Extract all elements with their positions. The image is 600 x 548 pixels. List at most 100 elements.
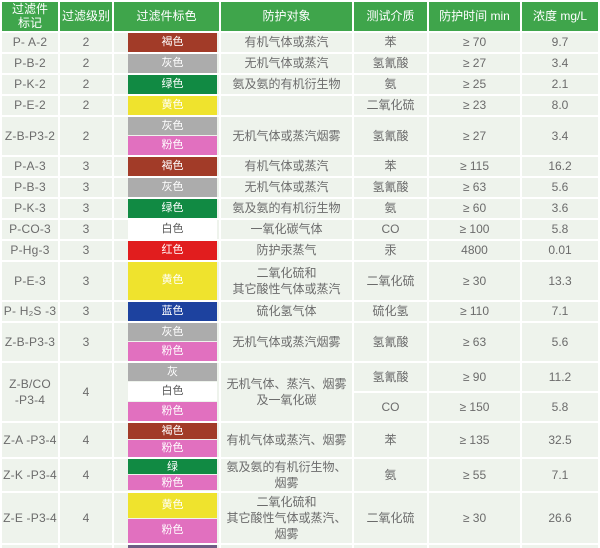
protection-time-cell: ≥ 30	[429, 262, 520, 300]
filter-color-cell: 灰色	[114, 54, 219, 73]
test-medium-cell: 苯	[354, 423, 427, 457]
protection-target-cell: 无机气体或蒸汽	[221, 54, 352, 73]
filter-level-cell: 4	[60, 423, 112, 457]
filter-color-cell: 白色	[114, 220, 219, 239]
filter-level-cell: 3	[60, 323, 112, 361]
table-row: P-CO-33白色一氧化碳气体CO≥ 1005.8	[2, 220, 598, 239]
protection-time-cell: ≥ 30	[429, 493, 520, 543]
color-bar: 白色	[128, 220, 217, 239]
test-medium-cell: 氨	[354, 199, 427, 218]
filter-mark-cell: P-E-3	[2, 262, 58, 300]
color-bar-stack: 褐色	[128, 33, 217, 52]
filter-color-cell: 褐色	[114, 33, 219, 52]
test-medium-cell: 氢氰酸	[354, 323, 427, 361]
filter-level-cell: 3	[60, 220, 112, 239]
color-bar: 蓝色	[128, 302, 217, 321]
protection-time-cell: ≥ 135	[429, 423, 520, 457]
protection-target-cell: 二氧化硫和 其它酸性气体或蒸汽、烟雾	[221, 493, 352, 543]
color-bar-stack: 蓝色	[128, 302, 217, 321]
concentration-cell: 0.01	[522, 241, 598, 260]
color-bar: 绿色	[128, 199, 217, 218]
color-bar: 灰色	[128, 117, 217, 136]
filter-color-cell: 灰色粉色	[114, 323, 219, 361]
filter-color-cell: 褐色粉色	[114, 423, 219, 457]
color-bar: 黄色	[128, 493, 217, 518]
test-medium-cell: 氢氰酸	[354, 363, 427, 391]
filter-level-cell: 4	[60, 363, 112, 421]
color-bar: 白色	[128, 382, 217, 401]
color-bar-stack: 褐色	[128, 157, 217, 176]
protection-time-cell: ≥ 55	[429, 459, 520, 491]
concentration-cell: 32.5	[522, 423, 598, 457]
table-row: P-K-22绿色氨及氨的有机衍生物氨≥ 252.1	[2, 75, 598, 94]
color-bar: 灰色	[128, 178, 217, 197]
color-bar: 粉色	[128, 136, 217, 155]
test-medium-cell: 二氧化硫	[354, 262, 427, 300]
concentration-cell: 3.6	[522, 199, 598, 218]
filter-color-cell: 蓝色	[114, 302, 219, 321]
protection-time-cell: ≥ 63	[429, 178, 520, 197]
protection-time-cell: ≥ 100	[429, 220, 520, 239]
header-protection-target: 防护对象	[221, 2, 352, 31]
header-concentration: 浓度 mg/L	[522, 2, 598, 31]
test-medium-cell: 二氧化硫	[354, 493, 427, 543]
filter-color-cell: 褐色	[114, 157, 219, 176]
concentration-cell: 26.6	[522, 493, 598, 543]
table-row: P-B-33灰色无机气体或蒸汽氢氰酸≥ 635.6	[2, 178, 598, 197]
filter-color-cell: 绿粉色	[114, 459, 219, 491]
filter-level-cell: 3	[60, 302, 112, 321]
concentration-cell: 3.4	[522, 54, 598, 73]
table-row: Z-E -P3-44黄色粉色二氧化硫和 其它酸性气体或蒸汽、烟雾二氧化硫≥ 30…	[2, 493, 598, 543]
protection-target-cell: 无机气体或蒸汽	[221, 178, 352, 197]
filter-color-cell: 灰色	[114, 178, 219, 197]
test-medium-cell: 氨	[354, 75, 427, 94]
protection-target-cell: 防护汞蒸气	[221, 241, 352, 260]
concentration-cell: 5.6	[522, 323, 598, 361]
filter-level-cell: 3	[60, 178, 112, 197]
color-bar-stack: 绿粉色	[128, 459, 217, 490]
header-protection-time: 防护时间 min	[429, 2, 520, 31]
filter-mark-cell: Z-A -P3-4	[2, 423, 58, 457]
filter-color-cell: 灰色粉色	[114, 117, 219, 155]
protection-time-cell: ≥ 90	[429, 363, 520, 391]
protection-target-cell	[221, 96, 352, 115]
test-medium-cell: 苯	[354, 157, 427, 176]
color-bar-stack: 灰色	[128, 178, 217, 197]
protection-time-cell: ≥ 110	[429, 302, 520, 321]
color-bar-stack: 黄色	[128, 262, 217, 300]
filter-spec-table: 过滤件 标记 过滤级别 过滤件标色 防护对象 测试介质 防护时间 min 浓度 …	[0, 0, 600, 548]
protection-target-cell: 一氧化碳气体	[221, 220, 352, 239]
filter-level-cell: 2	[60, 96, 112, 115]
table-row: Z-K -P3-44绿粉色氨及氨的有机衍生物、烟雾氨≥ 557.1	[2, 459, 598, 491]
test-medium-cell: 氢氰酸	[354, 117, 427, 155]
color-bar-stack: 灰白色粉色	[128, 363, 217, 421]
color-bar: 灰色	[128, 54, 217, 73]
filter-mark-cell: P-Hg-3	[2, 241, 58, 260]
color-bar: 红色	[128, 241, 217, 260]
filter-color-cell: 黄色	[114, 262, 219, 300]
table-row: Z-A -P3-44褐色粉色有机气体或蒸汽、烟雾苯≥ 13532.5	[2, 423, 598, 457]
filter-level-cell: 4	[60, 493, 112, 543]
filter-color-cell: 绿色	[114, 199, 219, 218]
filter-mark-cell: P-CO-3	[2, 220, 58, 239]
test-medium-cell: 二氧化硫	[354, 96, 427, 115]
filter-level-cell: 2	[60, 33, 112, 52]
protection-time-cell: ≥ 23	[429, 96, 520, 115]
table-row: P- A-22褐色有机气体或蒸汽苯≥ 709.7	[2, 33, 598, 52]
color-bar-stack: 绿色	[128, 75, 217, 94]
table-row: P-A-33褐色有机气体或蒸汽苯≥ 11516.2	[2, 157, 598, 176]
table-row: P-B-22灰色无机气体或蒸汽氢氰酸≥ 273.4	[2, 54, 598, 73]
color-bar: 褐色	[128, 157, 217, 176]
header-test-medium: 测试介质	[354, 2, 427, 31]
filter-color-cell: 红色	[114, 241, 219, 260]
protection-target-cell: 二氧化硫和 其它酸性气体或蒸汽	[221, 262, 352, 300]
concentration-cell: 11.2	[522, 363, 598, 391]
header-filter-level: 过滤级别	[60, 2, 112, 31]
filter-mark-cell: Z-B-P3-2	[2, 117, 58, 155]
protection-time-cell: ≥ 27	[429, 54, 520, 73]
protection-target-cell: 氨及氨的有机衍生物	[221, 199, 352, 218]
filter-level-cell: 3	[60, 262, 112, 300]
color-bar-stack: 黄色	[128, 96, 217, 115]
concentration-cell: 9.7	[522, 33, 598, 52]
color-bar: 粉色	[128, 342, 217, 361]
